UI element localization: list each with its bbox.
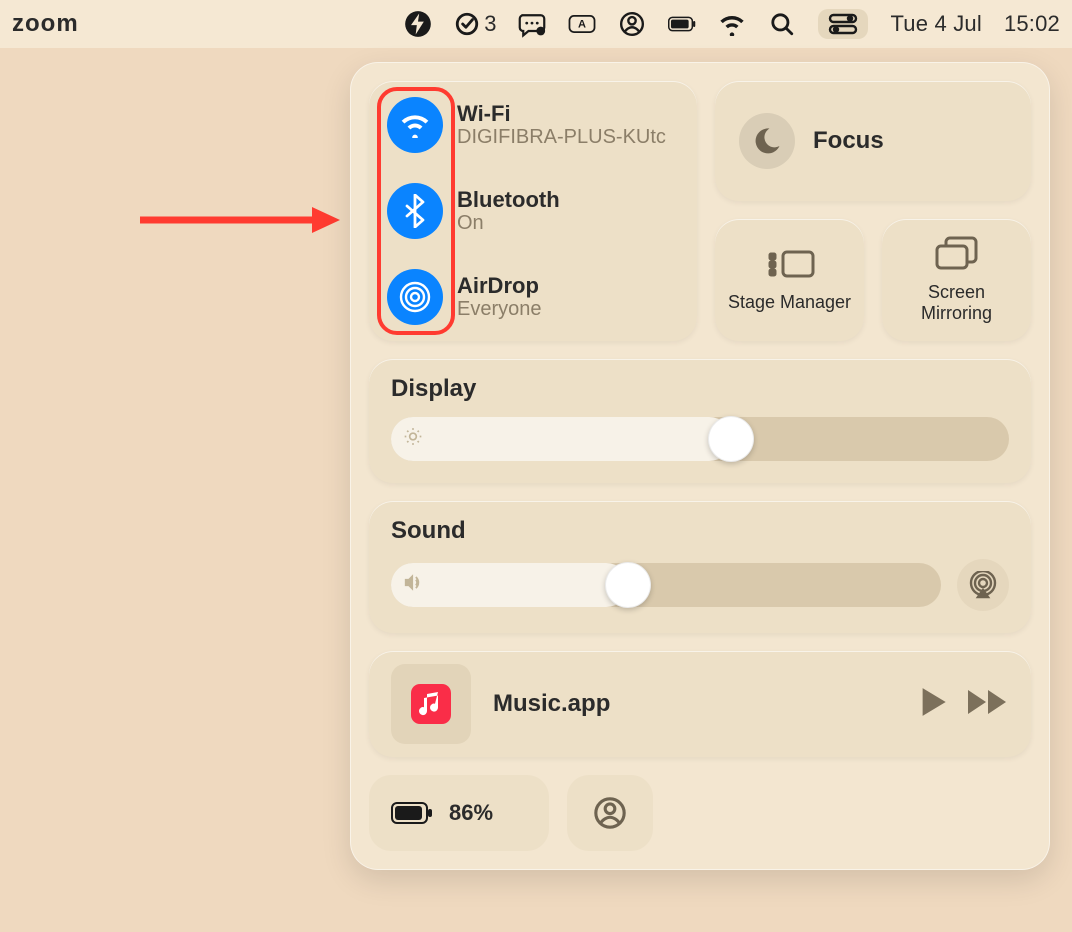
display-brightness-slider[interactable] xyxy=(391,417,1009,461)
bluetooth-icon xyxy=(387,183,443,239)
airdrop-status: Everyone xyxy=(457,298,542,320)
moon-icon xyxy=(739,113,795,169)
user-icon xyxy=(593,796,627,830)
menubar-time[interactable]: 15:02 xyxy=(1004,11,1060,37)
brightness-icon xyxy=(403,427,423,452)
display-title: Display xyxy=(391,375,1009,403)
stage-manager-icon xyxy=(765,248,815,282)
wifi-title: Wi-Fi xyxy=(457,102,666,125)
display-tile: Display xyxy=(369,359,1031,483)
airplay-icon xyxy=(969,571,997,599)
todo-count: 3 xyxy=(484,11,496,37)
play-button[interactable] xyxy=(919,687,947,722)
battery-icon[interactable] xyxy=(668,10,696,38)
sound-volume-slider[interactable] xyxy=(391,563,941,607)
battery-percent: 86% xyxy=(449,800,493,826)
stage-manager-tile[interactable]: Stage Manager xyxy=(715,219,864,341)
svg-text:A: A xyxy=(578,19,586,31)
music-artwork xyxy=(391,664,471,744)
sound-tile: Sound xyxy=(369,501,1031,633)
battery-icon xyxy=(391,802,433,824)
bluetooth-toggle[interactable]: Bluetooth On xyxy=(387,183,679,239)
now-playing-name: Music.app xyxy=(493,690,897,718)
screen-mirroring-tile[interactable]: Screen Mirroring xyxy=(882,219,1031,341)
user-switch-tile[interactable] xyxy=(567,775,653,851)
focus-label: Focus xyxy=(813,127,884,155)
wifi-network-name: DIGIFIBRA-PLUS-KUtc xyxy=(457,126,666,148)
battery-tile[interactable]: 86% xyxy=(369,775,549,851)
menubar-date[interactable]: Tue 4 Jul xyxy=(890,11,981,37)
bluetooth-status: On xyxy=(457,212,560,234)
airdrop-title: AirDrop xyxy=(457,274,542,297)
focus-tile[interactable]: Focus xyxy=(715,81,1031,201)
airplay-audio-button[interactable] xyxy=(957,559,1009,611)
wifi-icon[interactable] xyxy=(718,10,746,38)
bolt-icon[interactable] xyxy=(404,10,432,38)
wifi-toggle[interactable]: Wi-Fi DIGIFIBRA-PLUS-KUtc xyxy=(387,97,679,153)
chat-icon[interactable] xyxy=(518,10,546,38)
annotation-arrow xyxy=(140,205,340,235)
speaker-icon xyxy=(403,573,425,598)
airdrop-toggle[interactable]: AirDrop Everyone xyxy=(387,269,679,325)
screen-mirroring-icon xyxy=(934,236,980,272)
user-icon[interactable] xyxy=(618,10,646,38)
bluetooth-title: Bluetooth xyxy=(457,188,560,211)
sound-title: Sound xyxy=(391,517,1009,545)
airdrop-icon xyxy=(387,269,443,325)
input-source-icon[interactable]: A xyxy=(568,10,596,38)
stage-manager-label: Stage Manager xyxy=(728,292,851,313)
control-center-icon[interactable] xyxy=(818,9,868,39)
todo-menu-item[interactable]: 3 xyxy=(454,11,496,37)
control-center-panel: Wi-Fi DIGIFIBRA-PLUS-KUtc Bluetooth On xyxy=(350,62,1050,870)
now-playing-tile[interactable]: Music.app xyxy=(369,651,1031,757)
app-name[interactable]: zoom xyxy=(12,10,79,38)
search-icon[interactable] xyxy=(768,10,796,38)
menu-bar: zoom 3 A Tue 4 Jul 15:02 xyxy=(0,0,1072,48)
screen-mirroring-label: Screen Mirroring xyxy=(892,282,1021,323)
next-track-button[interactable] xyxy=(967,689,1009,720)
connectivity-tile: Wi-Fi DIGIFIBRA-PLUS-KUtc Bluetooth On xyxy=(369,81,697,341)
wifi-icon xyxy=(387,97,443,153)
